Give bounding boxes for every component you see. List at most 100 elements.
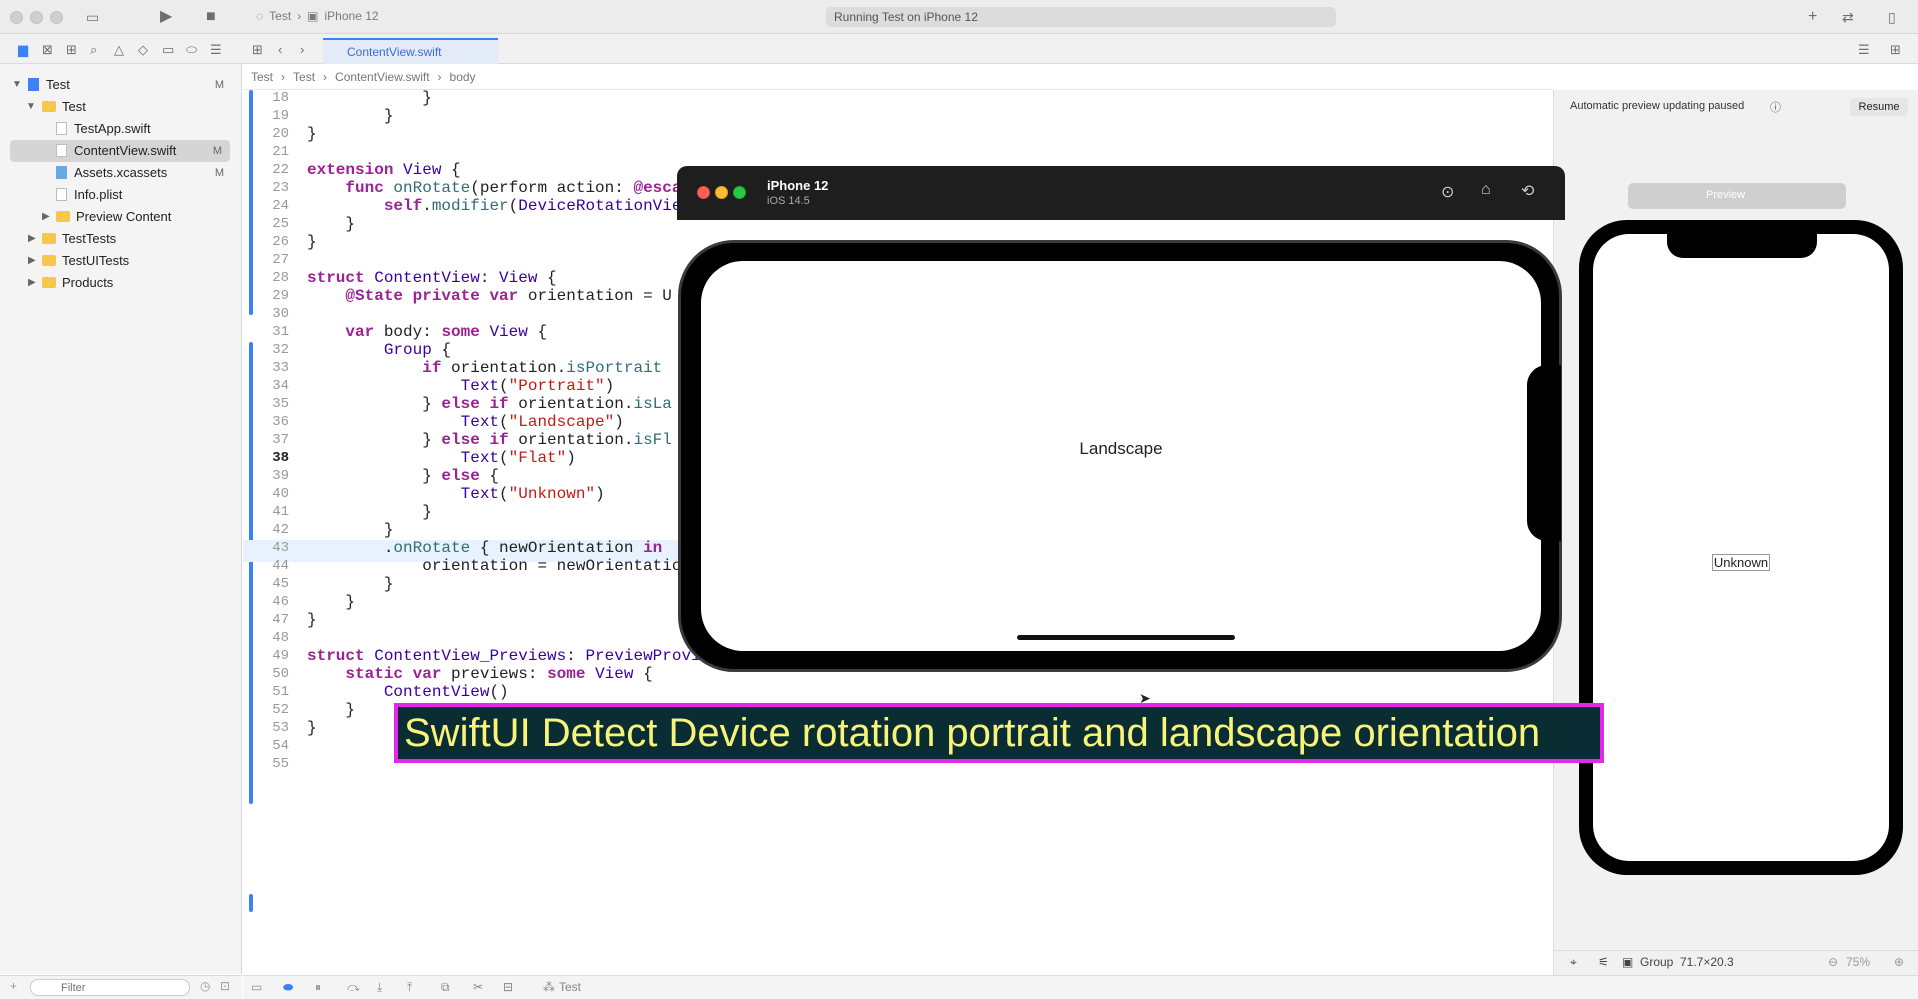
rotate-icon[interactable]: ⟲ [1521,181,1534,201]
folder-icon[interactable]: ▆ [18,42,28,58]
step-over-icon[interactable]: ⤼ [347,980,360,995]
jumpbar-item[interactable]: Test [293,70,315,84]
scheme-selector[interactable]: Test [269,9,291,23]
back-icon[interactable]: ‹ [278,42,282,57]
recent-filter-icon[interactable]: ◷ [200,979,210,993]
code-line[interactable]: } else if orientation.isFl [307,431,672,449]
code-line[interactable]: struct ContentView_Previews: PreviewProv… [307,647,749,665]
code-line[interactable]: } [307,233,317,251]
tab-contentview-swift[interactable]: ContentView.swift [323,38,498,64]
code-line[interactable]: } [307,215,355,233]
code-line[interactable]: extension View { [307,161,461,179]
sidebar-item-testtests[interactable]: ▶TestTests [0,228,242,250]
add-icon[interactable]: + [10,979,17,993]
preview-screen-text[interactable]: Unknown [1712,554,1770,571]
minimize-window-button[interactable] [30,11,43,24]
location-icon[interactable]: ⊟ [503,980,513,994]
resume-button[interactable]: Resume [1850,98,1908,116]
code-line[interactable]: } [307,89,432,107]
code-line[interactable]: ContentView() [307,683,509,701]
find-icon[interactable]: ⌕ [90,42,97,58]
code-line[interactable]: } [307,593,355,611]
stop-icon[interactable]: ■ [206,7,216,27]
simulator-screen[interactable]: Landscape [701,261,1541,651]
jumpbar-item[interactable]: body [450,70,476,84]
grid-icon[interactable]: ⊞ [252,42,263,58]
filter-input[interactable] [30,979,190,996]
zoom-window-button[interactable] [50,11,63,24]
sidebar-item-project[interactable]: ▼TestM [0,74,242,96]
sidebar-item-group-test[interactable]: ▼Test [0,96,242,118]
code-line[interactable]: orientation = newOrientation [307,557,691,575]
code-line[interactable]: Text("Unknown") [307,485,605,503]
home-indicator[interactable] [1017,635,1235,640]
sidebar-item-testapp[interactable]: TestApp.swift [0,118,242,140]
screenshot-icon[interactable]: ⊙ [1441,182,1454,202]
sidebar-item-preview-content[interactable]: ▶Preview Content [0,206,242,228]
home-icon[interactable]: ⌂ [1481,181,1491,199]
forward-icon[interactable]: › [300,42,304,57]
code-line[interactable]: .onRotate { newOrientation in [307,539,662,557]
add-icon[interactable]: + [1808,7,1817,27]
step-in-icon[interactable]: ⤓ [377,980,382,995]
debug-icon[interactable]: ▭ [162,42,174,58]
code-line[interactable]: Text("Portrait") [307,377,614,395]
sidebar-item-products[interactable]: ▶Products [0,272,242,294]
code-line[interactable]: if orientation.isPortrait [307,359,662,377]
close-window-button[interactable] [10,11,23,24]
code-line[interactable]: static var previews: some View { [307,665,653,683]
sidebar-item-testuitests[interactable]: ▶TestUITests [0,250,242,272]
step-out-icon[interactable]: ⤒ [407,980,412,995]
sidebar-toggle-icon[interactable]: ▭ [86,7,99,27]
code-line[interactable]: } [307,701,355,719]
source-control-icon[interactable]: ⊠ [42,42,53,58]
code-line[interactable]: } [307,503,432,521]
zoom-level[interactable]: 75% [1846,955,1870,969]
code-line[interactable]: } [307,107,393,125]
device-selector[interactable]: iPhone 12 [325,9,379,23]
code-review-icon[interactable]: ⇄ [1842,7,1854,27]
minimize-simulator-button[interactable] [715,186,728,199]
code-line[interactable]: } [307,611,317,629]
adjust-icon[interactable]: ⚟ [1598,955,1609,969]
symbol-icon[interactable]: ⊞ [66,42,77,58]
breakpoints-toggle-icon[interactable]: ⬬ [283,980,293,995]
editor-options-icon[interactable]: ☰ [1858,42,1870,58]
sidebar-item-infoplist[interactable]: Info.plist [0,184,242,206]
code-line[interactable]: } else if orientation.isLa [307,395,672,413]
jump-bar: Test› Test› ContentView.swift› body [243,65,1553,90]
zoom-simulator-button[interactable] [733,186,746,199]
code-line[interactable]: @State private var orientation = U [307,287,672,305]
hide-debug-icon[interactable]: ▭ [251,980,262,994]
breakpoint-icon[interactable]: ⬭ [186,42,197,58]
sidebar-item-assets[interactable]: Assets.xcassetsM [0,162,242,184]
code-line[interactable]: } [307,521,393,539]
scm-filter-icon[interactable]: ⊡ [220,979,230,993]
issue-icon[interactable]: △ [114,42,124,58]
zoom-in-icon[interactable]: ⊕ [1894,955,1904,969]
sidebar-item-contentview[interactable]: ContentView.swiftM [10,140,230,162]
inspector-toggle-icon[interactable]: ▯ [1888,7,1896,27]
view-hierarchy-icon[interactable]: ⧉ [441,980,450,995]
add-editor-icon[interactable]: ⊞ [1890,42,1901,58]
code-line[interactable]: } [307,575,393,593]
report-icon[interactable]: ☰ [210,42,222,58]
run-icon[interactable]: ▶ [160,7,172,27]
code-line[interactable]: } [307,719,317,737]
code-line[interactable]: } [307,125,317,143]
zoom-out-icon[interactable]: ⊖ [1828,955,1838,969]
code-line[interactable]: Text("Landscape") [307,413,624,431]
environment-icon[interactable]: ✂ [473,980,483,994]
code-line[interactable]: var body: some View { [307,323,547,341]
code-line[interactable]: struct ContentView: View { [307,269,557,287]
pin-icon[interactable]: ⌖ [1570,955,1577,970]
jumpbar-item[interactable]: ContentView.swift [335,70,430,84]
code-line[interactable]: Group { [307,341,451,359]
test-icon[interactable]: ◇ [138,42,148,58]
preview-button[interactable]: Preview [1706,189,1745,201]
close-simulator-button[interactable] [697,186,710,199]
code-line[interactable]: Text("Flat") [307,449,576,467]
jumpbar-item[interactable]: Test [251,70,273,84]
pause-icon[interactable]: ⏸ [315,980,321,995]
code-line[interactable]: } else { [307,467,499,485]
